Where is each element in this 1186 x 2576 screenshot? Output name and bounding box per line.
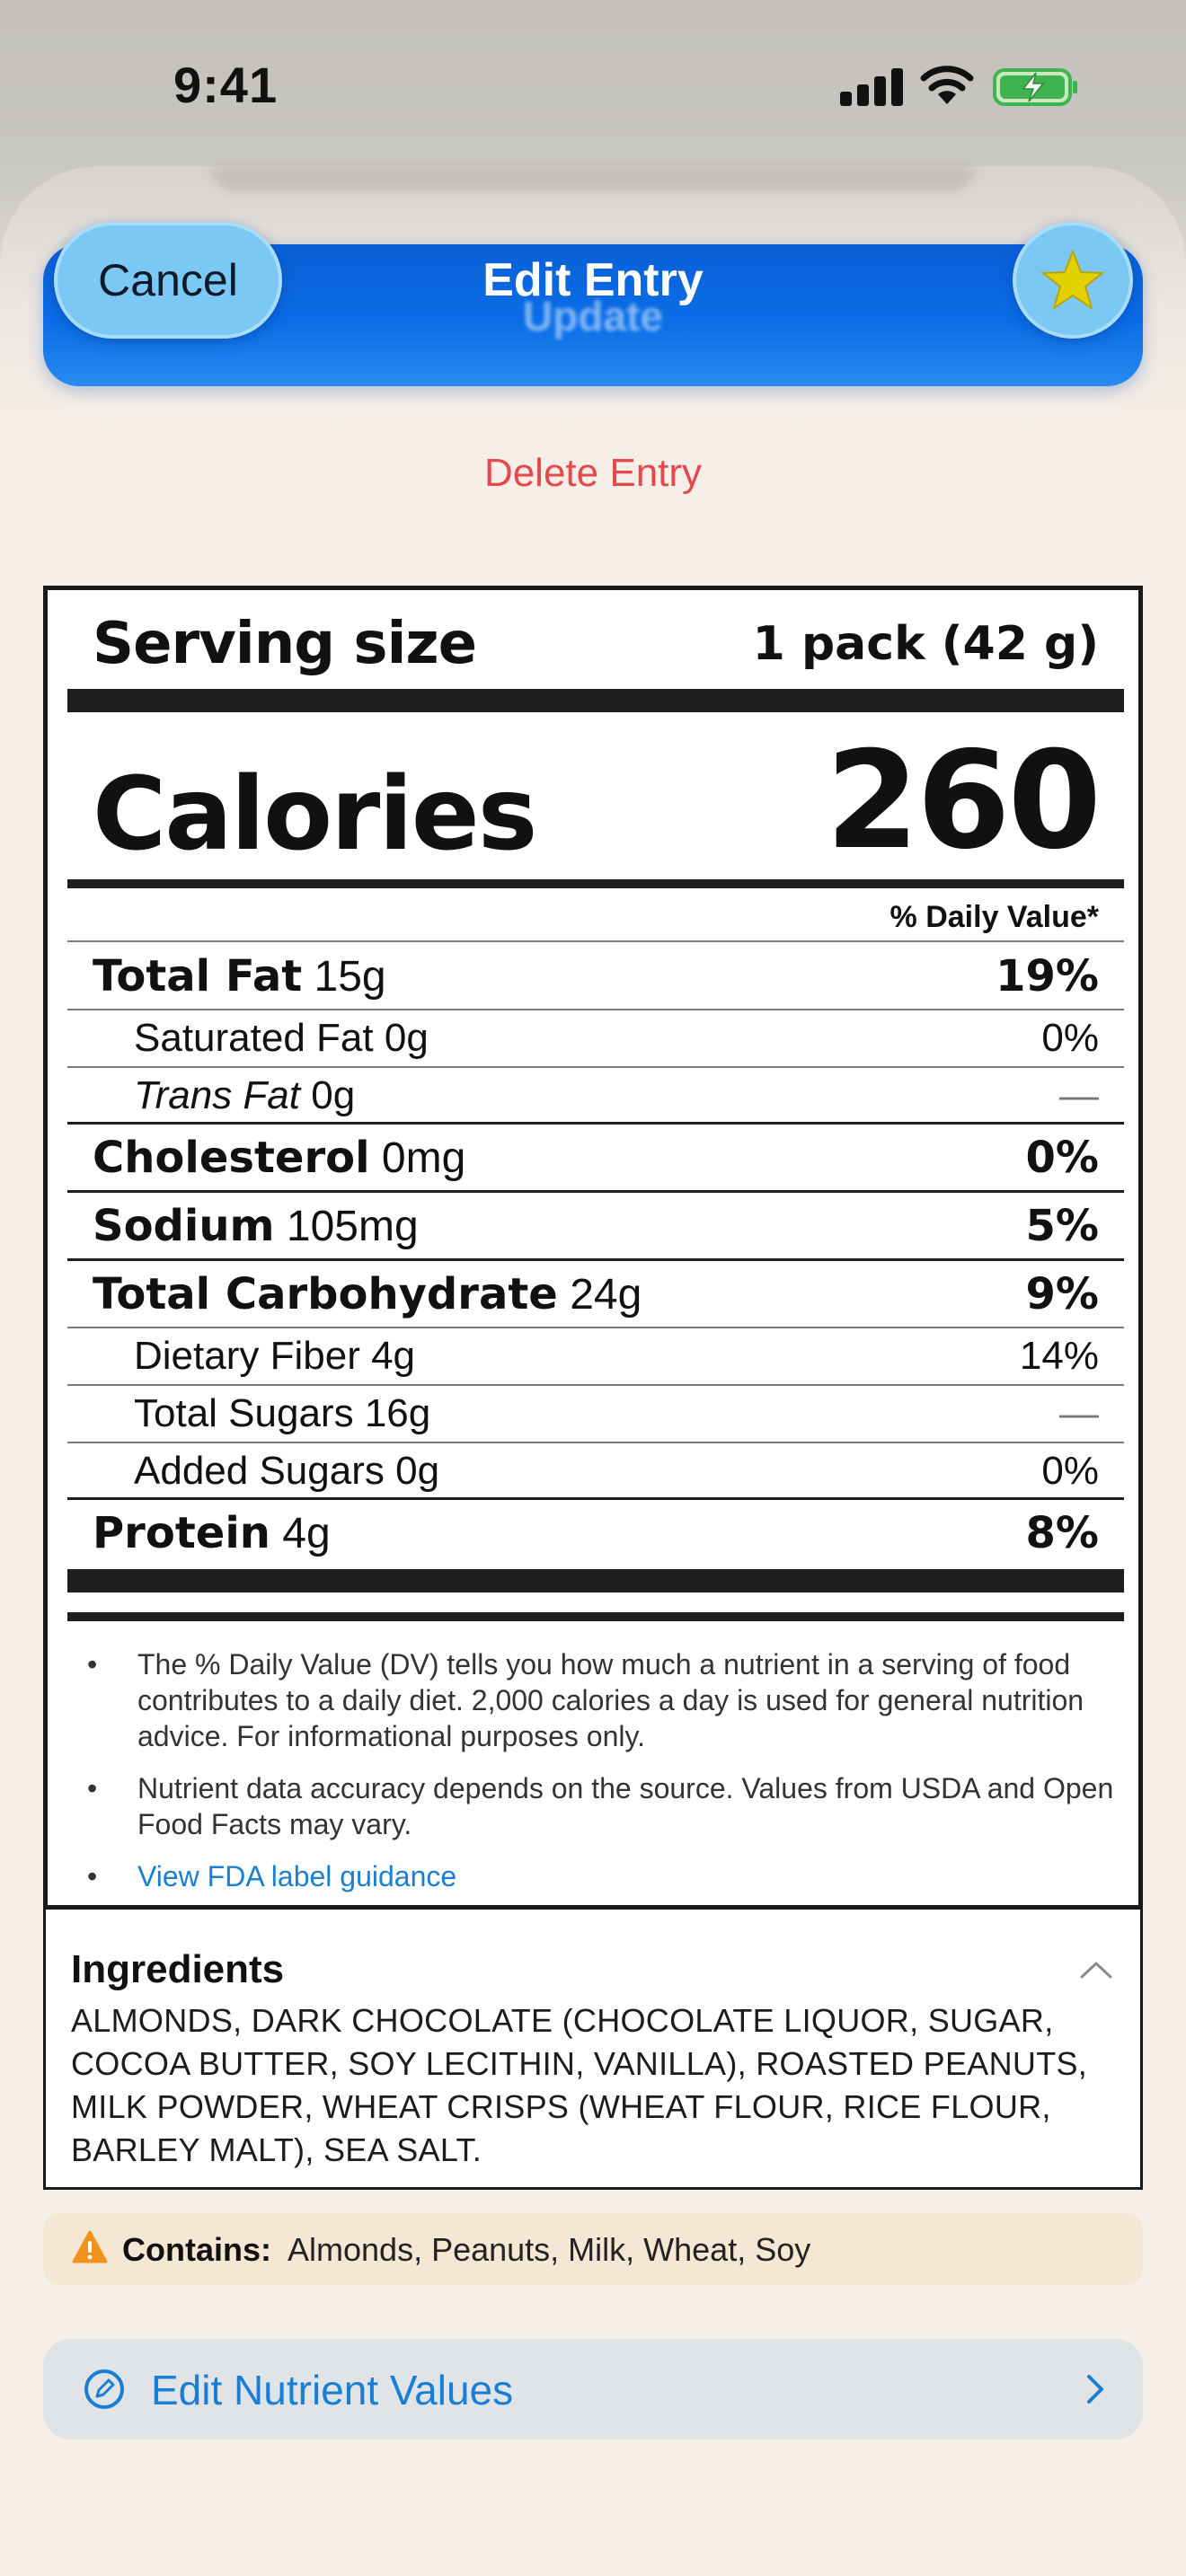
nutrient-daily-value: 14%: [1019, 1334, 1099, 1378]
nutrient-name: Sodium: [93, 1201, 275, 1251]
thick-divider: [67, 1569, 1124, 1592]
pencil-circle-icon: [84, 2369, 124, 2409]
nutrient-daily-value: 9%: [1025, 1269, 1100, 1319]
chevron-right-icon: [1087, 2375, 1103, 2404]
nutrient-name: Dietary Fiber: [134, 1334, 360, 1378]
nutrient-row-cholesterol: Cholesterol 0mg 0%: [67, 1125, 1124, 1191]
nutrient-amount: 24g: [570, 1271, 642, 1319]
nutrient-amount: 15g: [314, 953, 386, 1001]
nutrient-name: Total Carbohydrate: [93, 1269, 558, 1319]
allergen-label: Contains:: [122, 2231, 271, 2268]
nutrient-row-trans-fat: Trans Fat 0g —: [67, 1068, 1124, 1124]
warning-icon: [72, 2230, 108, 2263]
status-time: 9:41: [173, 57, 279, 113]
nutrient-name: Cholesterol: [93, 1133, 370, 1183]
bullet: •: [87, 1772, 98, 1804]
calories-label: Calories: [93, 756, 537, 873]
nutrient-name: Added Sugars: [134, 1449, 385, 1493]
ingredients-title: Ingredients: [71, 1947, 285, 1991]
edit-nutrient-values-label: Edit Nutrient Values: [151, 2367, 514, 2413]
star-icon: [1040, 249, 1105, 311]
cancel-button[interactable]: Cancel: [54, 222, 282, 339]
nutrient-name: Protein: [93, 1508, 270, 1558]
footnote-fda-link: • View FDA label guidance: [87, 1858, 1129, 1894]
daily-value-header: % Daily Value*: [890, 899, 1099, 934]
footnote-daily-value: • The % Daily Value (DV) tells you how m…: [87, 1646, 1129, 1754]
thick-divider: [67, 689, 1124, 712]
delete-entry-button[interactable]: Delete Entry: [323, 451, 863, 496]
nutrient-daily-value: 5%: [1025, 1201, 1100, 1251]
footnote-text: Nutrient data accuracy depends on the so…: [137, 1772, 1114, 1840]
nutrient-daily-value: 8%: [1025, 1508, 1100, 1558]
page-subtitle: Update: [523, 293, 663, 340]
nutrient-amount: 0mg: [381, 1134, 466, 1182]
footnote-accuracy: • Nutrient data accuracy depends on the …: [87, 1770, 1129, 1842]
nutrient-amount: 0g: [311, 1073, 356, 1117]
medium-divider: [67, 1612, 1124, 1621]
battery-charging-icon: [993, 68, 1077, 106]
nutrient-daily-value: 19%: [996, 951, 1099, 1001]
nutrient-amount: 0g: [395, 1449, 440, 1493]
nutrient-daily-value: —: [1059, 1073, 1099, 1117]
fda-guidance-link[interactable]: View FDA label guidance: [137, 1858, 1129, 1894]
nutrient-row-total-fat: Total Fat 15g 19%: [67, 942, 1124, 1010]
nutrient-row-saturated-fat: Saturated Fat 0g 0%: [67, 1010, 1124, 1066]
nutrient-amount: 16g: [364, 1391, 431, 1435]
nutrient-name: Total Sugars: [134, 1391, 354, 1435]
chevron-up-icon[interactable]: [1079, 1960, 1113, 1980]
nutrient-daily-value: —: [1059, 1391, 1099, 1435]
serving-size-value: 1 pack (42 g): [752, 617, 1099, 671]
ingredients-text: ALMONDS, DARK CHOCOLATE (CHOCOLATE LIQUO…: [71, 2002, 1088, 2168]
nutrient-name: Trans Fat: [134, 1073, 301, 1117]
sheet-grabber: [211, 166, 975, 191]
nutrient-amount: 0g: [384, 1016, 429, 1060]
bullet: •: [87, 1648, 98, 1681]
cellular-signal-icon: [840, 66, 903, 106]
wifi-icon: [920, 66, 974, 104]
allergen-banner: Contains: Almonds, Peanuts, Milk, Wheat,…: [43, 2213, 1143, 2285]
calories-row: Calories 260: [67, 723, 1124, 879]
medium-divider: [67, 879, 1124, 888]
nutrient-row-total-carbohydrate: Total Carbohydrate 24g 9%: [67, 1261, 1124, 1328]
nutrition-facts-label: Serving size 1 pack (42 g) Calories 260 …: [43, 586, 1143, 1910]
nutrient-daily-value: 0%: [1025, 1133, 1100, 1183]
nutrient-amount: 4g: [282, 1510, 331, 1557]
nutrient-name: Saturated Fat: [134, 1016, 374, 1060]
nutrient-amount: 105mg: [286, 1203, 419, 1250]
serving-size-row: Serving size 1 pack (42 g): [67, 611, 1124, 677]
nutrient-row-protein: Protein 4g 8%: [67, 1500, 1124, 1566]
nutrient-row-total-sugars: Total Sugars 16g —: [67, 1386, 1124, 1442]
nutrient-row-sodium: Sodium 105mg 5%: [67, 1193, 1124, 1259]
nutrient-amount: 4g: [371, 1334, 416, 1378]
footnote-text: The % Daily Value (DV) tells you how muc…: [137, 1648, 1084, 1752]
ingredients-section: Ingredients ALMONDS, DARK CHOCOLATE (CHO…: [43, 1910, 1143, 2190]
calories-value: 260: [825, 723, 1102, 879]
edit-nutrient-values-button[interactable]: Edit Nutrient Values: [43, 2339, 1143, 2439]
nutrient-row-added-sugars: Added Sugars 0g 0%: [67, 1443, 1124, 1499]
nutrient-daily-value: 0%: [1041, 1016, 1099, 1060]
favorite-button[interactable]: [1013, 222, 1133, 339]
bullet: •: [87, 1860, 98, 1892]
nutrient-daily-value: 0%: [1041, 1449, 1099, 1493]
nutrient-row-dietary-fiber: Dietary Fiber 4g 14%: [67, 1328, 1124, 1384]
nutrient-name: Total Fat: [93, 951, 303, 1001]
serving-size-label: Serving size: [93, 611, 477, 677]
allergen-list: Almonds, Peanuts, Milk, Wheat, Soy: [288, 2231, 811, 2268]
